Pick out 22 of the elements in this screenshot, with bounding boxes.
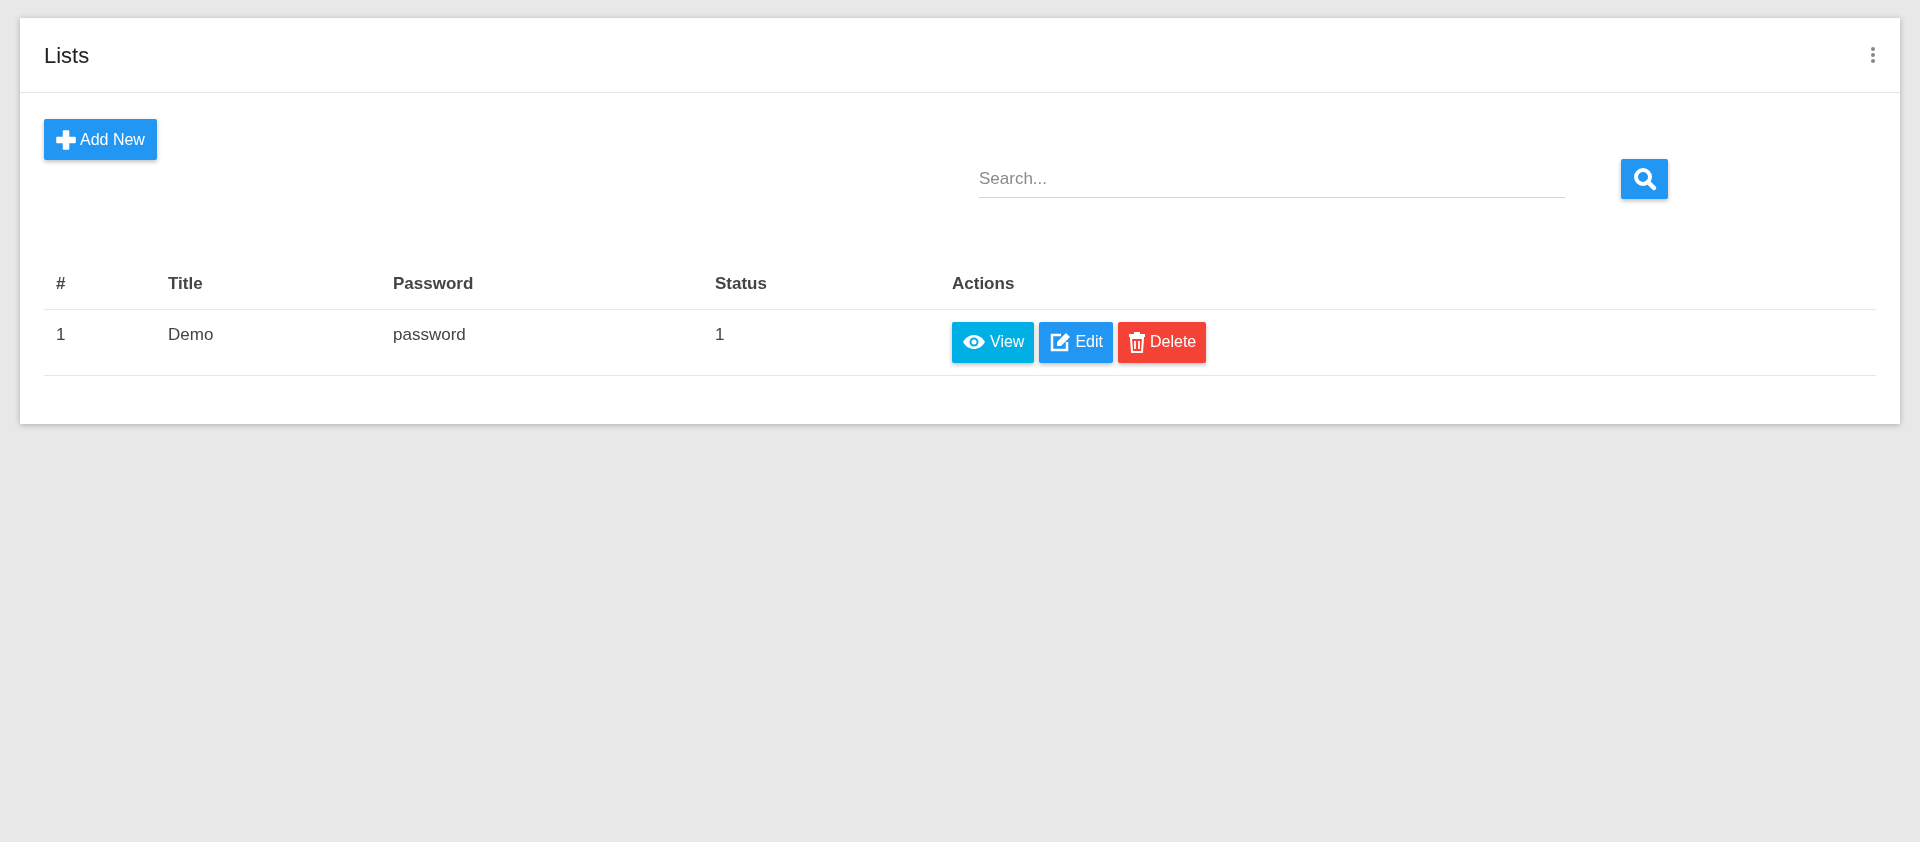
view-button[interactable]: View <box>952 321 1035 363</box>
delete-button[interactable]: Delete <box>1117 321 1207 363</box>
search-icon <box>1631 166 1658 192</box>
plus-icon <box>56 129 76 150</box>
search-button[interactable] <box>1621 159 1668 199</box>
card-title: Lists <box>44 41 90 70</box>
eye-icon <box>962 334 986 350</box>
column-header: Status <box>715 274 767 293</box>
table-cell: 1 <box>56 324 66 344</box>
add-new-button[interactable]: Add New <box>44 119 157 160</box>
table-cell: Demo <box>168 324 214 344</box>
trash-icon <box>1127 331 1146 353</box>
search-field[interactable]: Search... <box>979 160 1565 198</box>
edit-icon <box>1049 332 1072 352</box>
table-cell: password <box>393 324 466 344</box>
more-options-icon[interactable] <box>1870 46 1876 64</box>
column-header: Actions <box>952 274 1015 293</box>
column-header: Title <box>168 274 203 293</box>
edit-button[interactable]: Edit <box>1039 321 1113 363</box>
column-header: Password <box>393 274 474 293</box>
column-header: # <box>56 274 66 293</box>
table-cell: 1 <box>715 324 725 344</box>
